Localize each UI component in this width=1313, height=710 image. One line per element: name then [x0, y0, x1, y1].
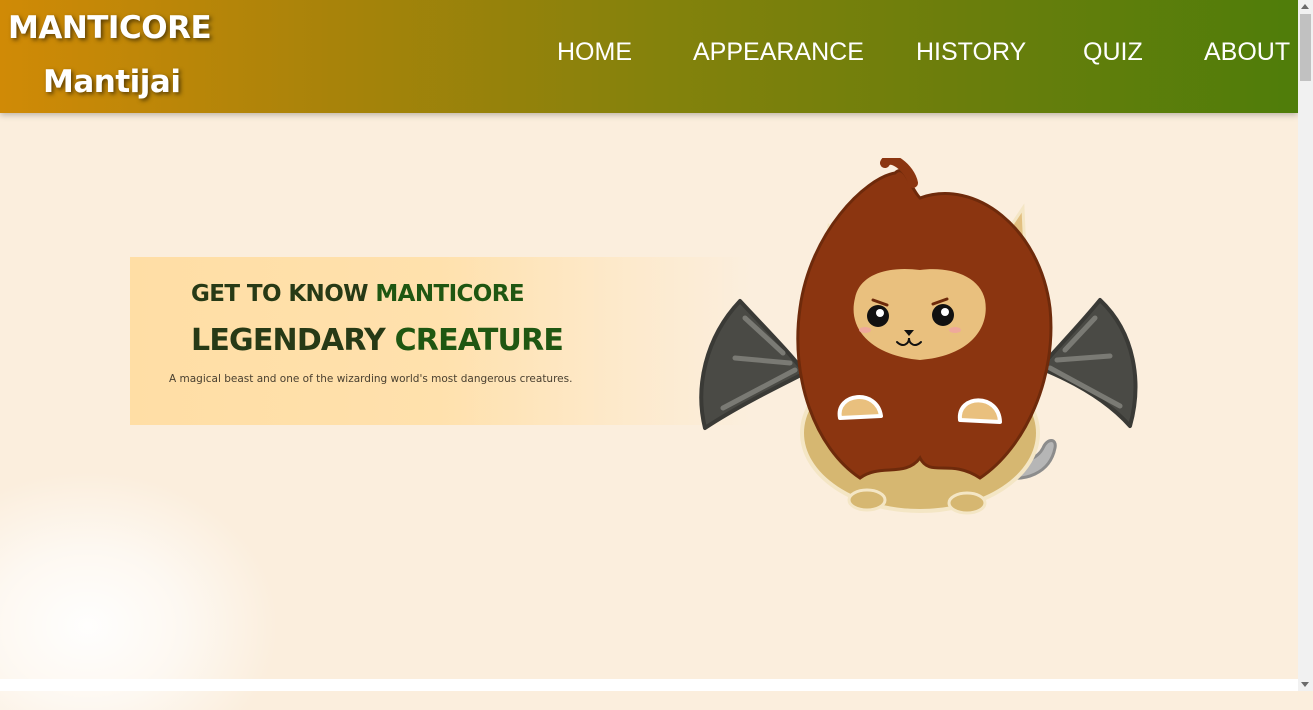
hero-heading-small: GET TO KNOW MANTICORE [191, 281, 525, 307]
right-wing-icon [1038, 298, 1138, 428]
hero-heading-large-part1: LEGENDARY [191, 323, 395, 358]
hero-heading-small-part1: GET TO KNOW [191, 281, 376, 307]
scrollbar-down-arrow-icon[interactable] [1301, 682, 1309, 687]
nav-history[interactable]: HISTORY [916, 38, 1026, 67]
nav-appearance[interactable]: APPEARANCE [693, 38, 864, 67]
scrollbar-up-arrow-icon[interactable] [1301, 4, 1309, 9]
cloud-decoration [0, 470, 280, 710]
hero-heading-large: LEGENDARY CREATURE [191, 323, 564, 358]
nav-about[interactable]: ABOUT [1204, 38, 1290, 67]
scrollbar-thumb[interactable] [1300, 14, 1311, 81]
hero-heading-small-part2: MANTICORE [375, 281, 524, 307]
hero-description: A magical beast and one of the wizarding… [169, 373, 573, 385]
left-wing-icon [699, 299, 807, 430]
page-scrollbar[interactable] [1298, 0, 1313, 691]
hero-heading-large-part2: CREATURE [394, 323, 564, 358]
nav-home[interactable]: HOME [557, 38, 632, 67]
hero-card: GET TO KNOW MANTICORE LEGENDARY CREATURE… [130, 257, 750, 425]
section-divider [0, 679, 1298, 691]
logo-title[interactable]: MANTICORE [8, 10, 212, 46]
nav-quiz[interactable]: QUIZ [1083, 38, 1143, 67]
site-header: MANTICORE Mantijai HOME APPEARANCE HISTO… [0, 0, 1298, 113]
manticore-mascot [699, 158, 1138, 515]
logo-subtitle[interactable]: Mantijai [43, 64, 181, 100]
